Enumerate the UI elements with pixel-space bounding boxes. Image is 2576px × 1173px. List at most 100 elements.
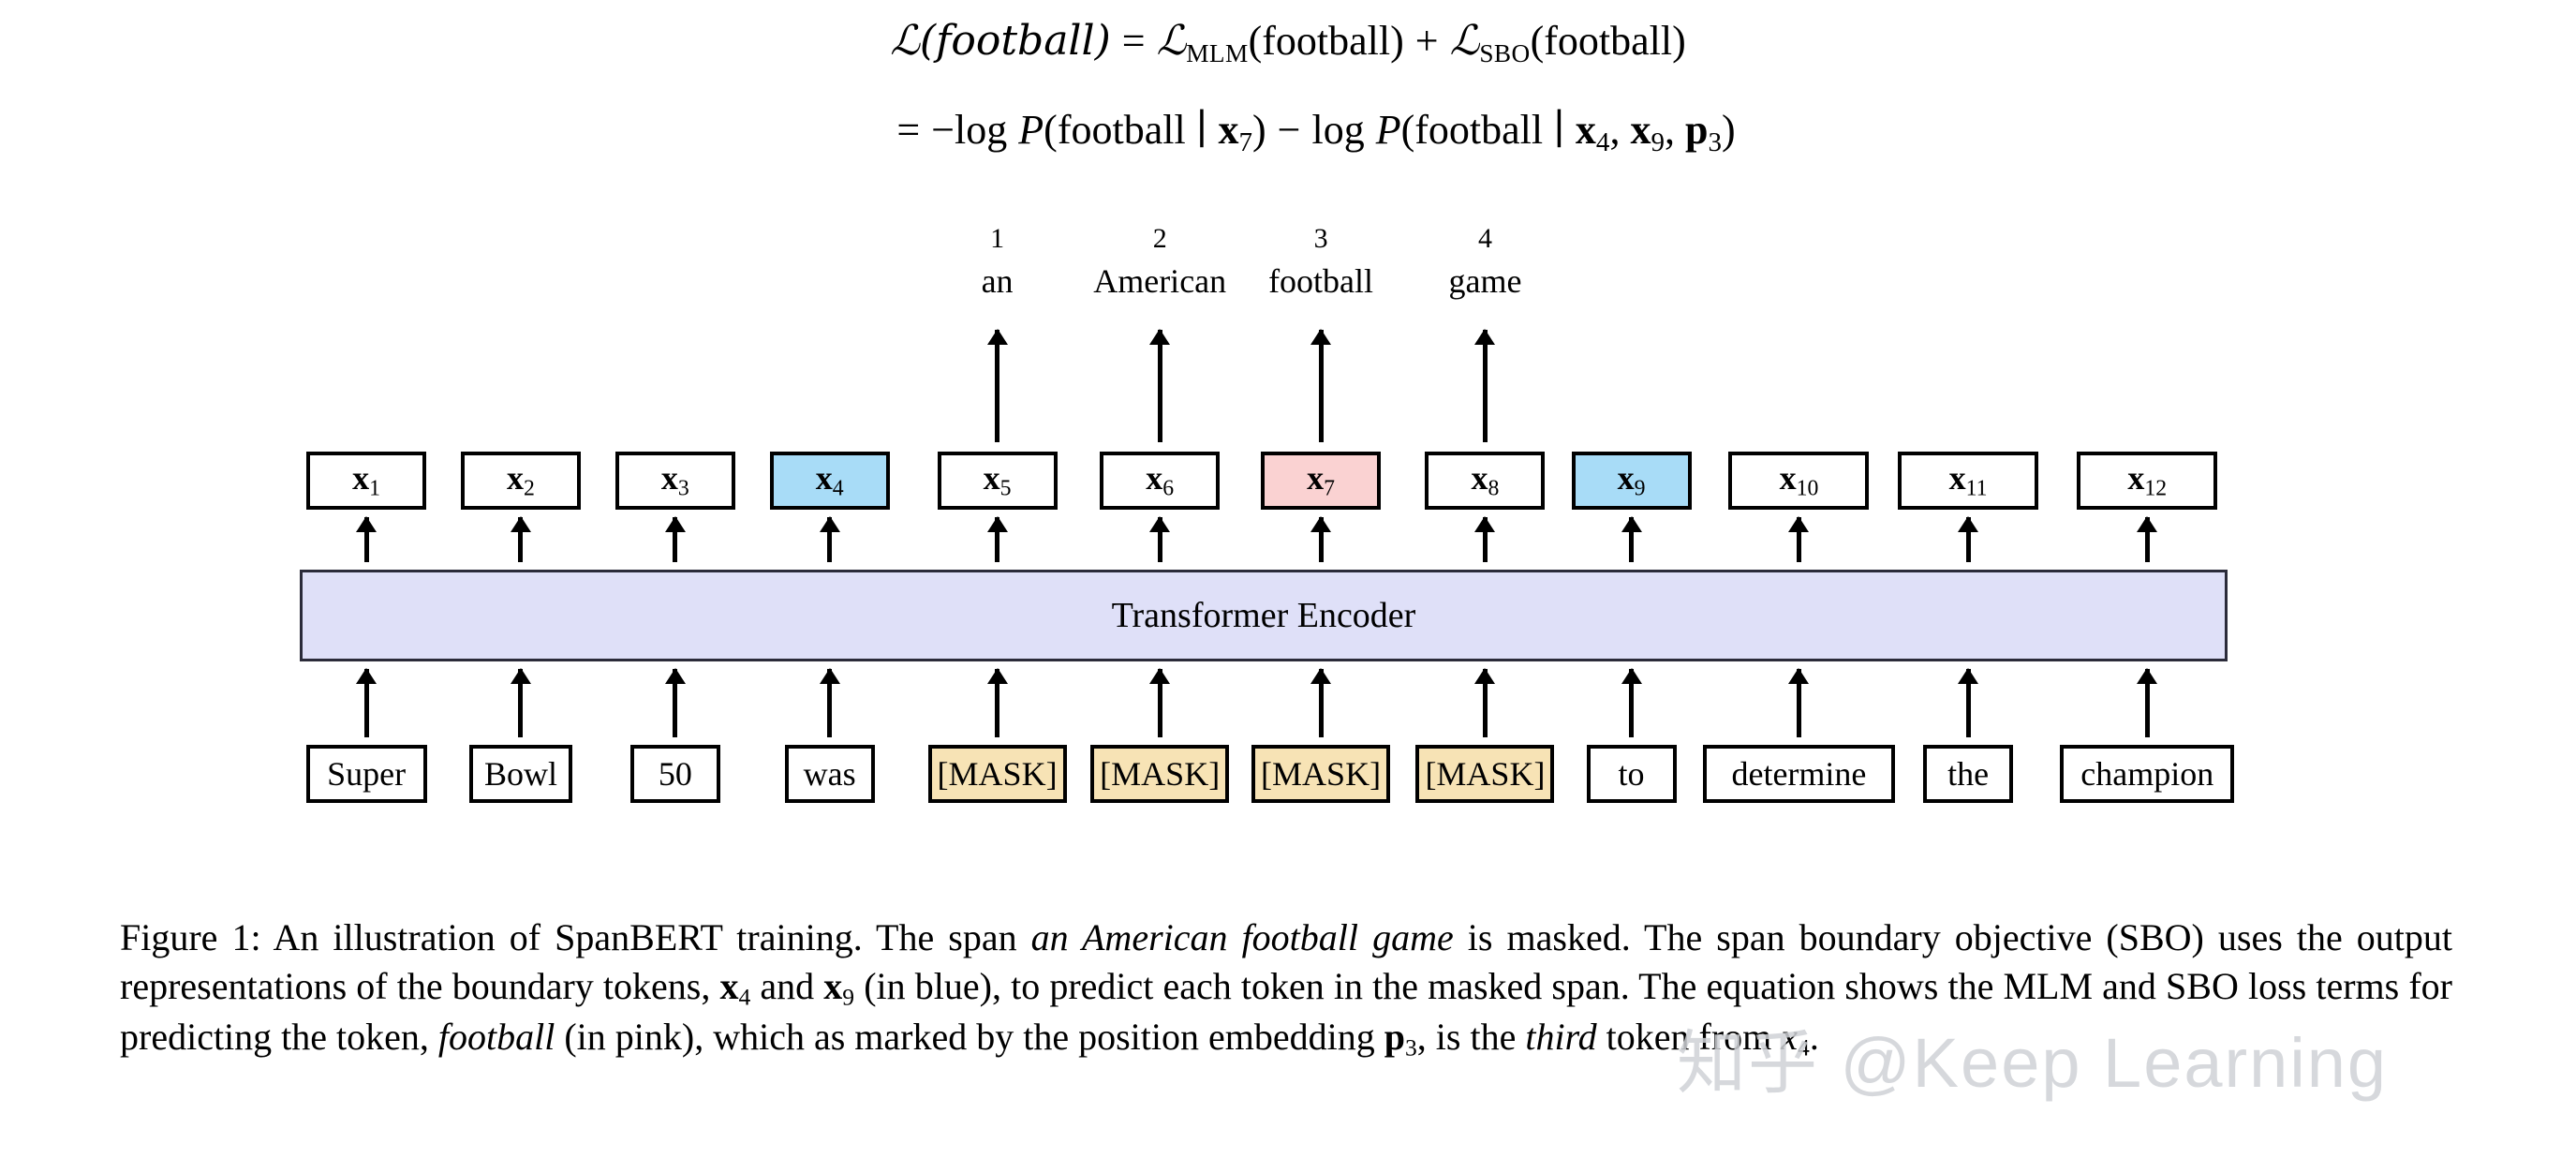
caption-text-3: and [750,965,824,1007]
input-token-label: Super [327,755,407,793]
mlm-argument: (football) [1248,18,1404,64]
token-var-x9: x [1630,107,1651,154]
arrow-output-to-prediction-1 [995,330,1000,442]
sbo-argument: (football) [1530,18,1686,64]
input-token-box-9: to [1586,745,1677,803]
predicted-token-4: 4 game [1344,223,1625,300]
input-token-label: was [803,755,856,793]
token-var-x4: x [1575,107,1596,154]
output-token-box-x2: x2 [460,452,581,510]
arrow-input-to-encoder-1 [363,669,369,737]
arrow-encoder-to-output-7 [1318,517,1324,562]
output-token-label: x3 [660,458,689,501]
input-token-label: [MASK] [1261,755,1382,793]
input-token-label: to [1618,755,1645,793]
sbo-condition-open: (football ∣ [1400,107,1576,154]
caption-var-x4: x [719,965,739,1007]
output-token-box-x3: x3 [614,452,735,510]
mlm-condition-open: (football ∣ [1044,107,1219,154]
input-token-box-11: the [1923,745,2014,803]
plus-sign: + [1414,18,1439,64]
input-token-box-7: [MASK] [1251,745,1391,803]
probability-symbol-2: P [1375,107,1401,154]
output-token-box-x9: x9 [1571,452,1692,510]
equation-block: ℒ(football) = ℒMLM(football) + ℒSBO(football… [0,21,2576,157]
arrow-input-to-encoder-6 [1157,669,1162,737]
output-token-label: x7 [1307,458,1335,501]
arrow-input-to-encoder-8 [1482,669,1488,737]
output-token-box-x5: x5 [937,452,1058,510]
equals-sign-1: = [1121,18,1146,64]
equals-sign-2: = [896,107,921,154]
output-token-label: x4 [815,458,844,501]
output-token-box-x8: x8 [1425,452,1546,510]
input-token-label: the [1947,755,1990,793]
caption-italic-third: third [1525,1015,1597,1058]
input-token-box-3: 50 [629,745,720,803]
log-operator-1: log [955,107,1008,154]
input-token-box-8: [MASK] [1415,745,1555,803]
subscript-sbo: SBO [1479,39,1531,68]
token-sub-7: 7 [1238,127,1252,158]
input-token-label: Bowl [483,755,557,793]
arrow-encoder-to-output-1 [363,517,369,562]
mlm-condition-close: ) [1252,107,1266,154]
output-token-label: x2 [507,458,535,501]
arrow-encoder-to-output-9 [1629,517,1635,562]
arrow-encoder-to-output-3 [673,517,678,562]
comma-2: , [1664,107,1685,154]
log-operator-2: log [1311,107,1365,154]
arrow-input-to-encoder-5 [995,669,1000,737]
output-token-box-x12: x12 [2077,452,2218,510]
equation-line-1: ℒ(football) = ℒMLM(football) + ℒSBO(football… [0,21,2576,67]
caption-italic-football: football [437,1015,555,1058]
arrow-input-to-encoder-2 [518,669,524,737]
input-token-label: champion [2080,755,2214,793]
sbo-condition-close: ) [1721,107,1736,154]
predicted-token-index: 4 [1477,223,1492,254]
equation-line-2: = −log P(football ∣ x7) − log P(football ∣ x4… [0,110,2576,156]
arrow-output-to-prediction-2 [1157,330,1162,442]
input-token-box-4: was [784,745,875,803]
loss-symbol-lhs: ℒ(football) [890,17,1111,65]
figure-label: Figure 1: [120,916,261,958]
output-token-label: x12 [2127,458,2168,501]
output-token-label: x10 [1779,458,1819,501]
output-token-box-x11: x11 [1898,452,2039,510]
input-token-label: [MASK] [937,755,1058,793]
loss-symbol-sbo: ℒ [1449,17,1480,65]
output-token-label: x9 [1617,458,1646,501]
arrow-input-to-encoder-3 [673,669,678,737]
input-token-box-1: Super [305,745,427,803]
caption-text-8: . [1809,1015,1819,1058]
input-token-box-5: [MASK] [927,745,1067,803]
output-token-label: x5 [983,458,1012,501]
arrow-encoder-to-output-5 [995,517,1000,562]
input-token-box-6: [MASK] [1090,745,1230,803]
predicted-token-word: game [1448,262,1522,300]
token-sub-4: 4 [1595,127,1610,158]
token-var-x7: x [1218,107,1239,154]
arrow-encoder-to-output-11 [1965,517,1971,562]
arrow-input-to-encoder-9 [1629,669,1635,737]
arrow-input-to-encoder-7 [1318,669,1324,737]
subscript-mlm: MLM [1186,39,1249,68]
caption-italic-span-phrase: an American football game [1030,916,1454,958]
input-token-box-12: champion [2060,745,2235,803]
output-token-box-x10: x10 [1728,452,1870,510]
position-sub-3: 3 [1708,127,1722,158]
arrow-input-to-encoder-10 [1796,669,1801,737]
caption-text-6: , is the [1416,1015,1526,1058]
input-token-label: [MASK] [1100,755,1221,793]
caption-text-5: (in pink), which as marked by the positi… [555,1015,1384,1058]
output-token-label: x1 [352,458,381,501]
output-token-box-x1: x1 [306,452,427,510]
arrow-encoder-to-output-4 [827,517,833,562]
input-token-label: 50 [658,755,692,793]
caption-text-7: token from [1596,1015,1782,1058]
caption-sub-4: 4 [738,983,751,1011]
output-token-box-x7: x7 [1261,452,1382,510]
output-token-box-x4: x4 [769,452,890,510]
spanbert-architecture-diagram: 1 an 2 American 3 football 4 game x1 x2 x3 x4 x5 x6 x… [0,225,2576,871]
output-token-label: x6 [1146,458,1175,501]
